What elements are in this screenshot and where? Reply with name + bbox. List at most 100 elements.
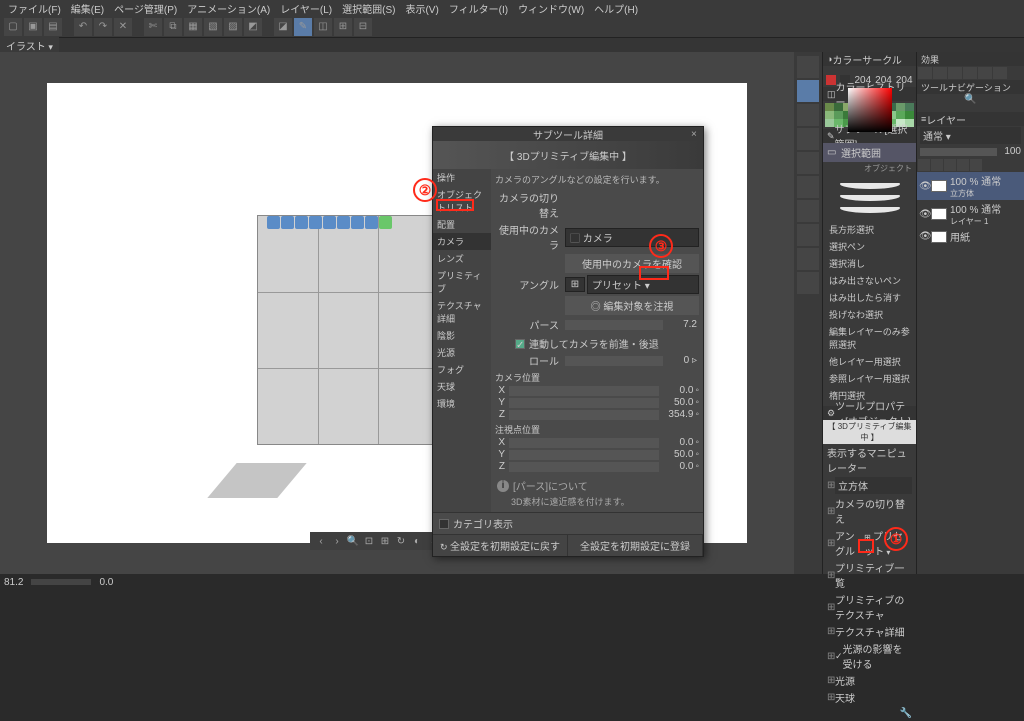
fx-btn6[interactable]: [993, 67, 1007, 79]
toolbar-new-icon[interactable]: ▢: [4, 18, 22, 36]
cat-env[interactable]: 環境: [433, 395, 491, 412]
layer-visibility-icon[interactable]: 👁: [919, 231, 929, 242]
handle-rotate-icon[interactable]: [281, 216, 294, 229]
zoom-slider[interactable]: [31, 579, 91, 585]
tool-shape-icon[interactable]: [797, 248, 819, 270]
close-icon[interactable]: ×: [691, 129, 701, 139]
tool-select-icon[interactable]: [797, 56, 819, 78]
prop-primlist[interactable]: ⊞プリミティブ一覧: [823, 559, 916, 591]
angle-icon-button[interactable]: ⊞: [565, 277, 585, 292]
layer-item-2[interactable]: 👁 用紙: [917, 228, 1024, 245]
toolbar-btn4[interactable]: ◪: [274, 18, 292, 36]
handle-8-icon[interactable]: [365, 216, 378, 229]
prop-camera-switch[interactable]: ⊞カメラの切り替え: [823, 495, 916, 527]
menu-file[interactable]: ファイル(F): [4, 1, 65, 16]
navigator-icon[interactable]: 🔍: [917, 94, 1024, 112]
look-z-slider[interactable]: [509, 462, 659, 472]
menu-anim[interactable]: アニメーション(A): [183, 1, 274, 16]
cat-shadow[interactable]: 陰影: [433, 327, 491, 344]
pos-y-slider[interactable]: [509, 398, 659, 408]
toolbar-btn3[interactable]: ◩: [244, 18, 262, 36]
toolbar-delete-icon[interactable]: ✕: [114, 18, 132, 36]
document-tab[interactable]: イラスト ▾: [0, 37, 59, 54]
handle-6-icon[interactable]: [337, 216, 350, 229]
subtool-rect[interactable]: 長方形選択: [825, 221, 914, 238]
handle-5-icon[interactable]: [323, 216, 336, 229]
prop-primtex[interactable]: ⊞プリミティブのテクスチャ: [823, 591, 916, 623]
toolbar-redo-icon[interactable]: ↷: [94, 18, 112, 36]
angle-preset-select[interactable]: プリセット ▾: [587, 275, 699, 294]
layer-opacity-slider[interactable]: [920, 148, 997, 156]
toolbar-paste-icon[interactable]: ▦: [184, 18, 202, 36]
tool-text-icon[interactable]: [797, 224, 819, 246]
menu-page[interactable]: ページ管理(P): [110, 1, 181, 16]
perspective-value[interactable]: 7.2: [663, 319, 699, 330]
focus-edit-button[interactable]: ◎ 編集対象を注視: [565, 296, 699, 315]
cat-objectlist[interactable]: オブジェクトリスト: [433, 186, 491, 216]
cat-texture[interactable]: テクスチャ詳細: [433, 297, 491, 327]
menu-filter[interactable]: フィルター(I): [445, 1, 512, 16]
subtool-reflayer[interactable]: 参照レイヤー用選択: [825, 370, 914, 387]
cube-3d-object[interactable]: [257, 215, 447, 475]
tool-eyedropper-icon[interactable]: [797, 272, 819, 294]
handle-9-icon[interactable]: [379, 216, 392, 229]
subtool-noover[interactable]: はみ出さないペン: [825, 272, 914, 289]
menu-view[interactable]: 表示(V): [401, 1, 442, 16]
prop-light-affect[interactable]: ⊞✓ 光源の影響を受ける: [823, 640, 916, 672]
layer-btn1[interactable]: [918, 159, 930, 171]
camera-select[interactable]: ▢ カメラ: [565, 228, 699, 247]
layer-btn4[interactable]: [957, 159, 969, 171]
tool-fill-icon[interactable]: [797, 176, 819, 198]
primitive-shape-select[interactable]: 立方体: [835, 477, 912, 494]
reset-all-button[interactable]: ↻ 全設定を初期設定に戻す: [433, 535, 568, 556]
toolbar-snap-icon[interactable]: ◫: [314, 18, 332, 36]
tool-eraser-icon[interactable]: [797, 152, 819, 174]
panel-titlebar[interactable]: サブツール詳細 ×: [433, 127, 703, 141]
layer-mode-select[interactable]: 通常 ▾: [920, 127, 1021, 144]
toolbar-btn5[interactable]: ⊞: [334, 18, 352, 36]
fx-btn3[interactable]: [948, 67, 962, 79]
menu-layer[interactable]: レイヤー(L): [276, 1, 336, 16]
toolbar-copy-icon[interactable]: ⧉: [164, 18, 182, 36]
handle-move-icon[interactable]: [267, 216, 280, 229]
subtool-editlayer[interactable]: 編集レイヤーのみ参照選択: [825, 323, 914, 353]
layer-visibility-icon[interactable]: 👁: [919, 181, 929, 192]
fx-btn2[interactable]: [933, 67, 947, 79]
subtool-selerase[interactable]: 選択消し: [825, 255, 914, 272]
layer-btn5[interactable]: [970, 159, 982, 171]
menu-help[interactable]: ヘルプ(H): [590, 1, 642, 16]
look-x-slider[interactable]: [509, 438, 659, 448]
fx-btn4[interactable]: [963, 67, 977, 79]
nav-next-icon[interactable]: ›: [330, 534, 344, 548]
tool-brush-icon[interactable]: [797, 128, 819, 150]
fx-btn5[interactable]: [978, 67, 992, 79]
roll-slider[interactable]: [565, 356, 663, 366]
toolbar-undo-icon[interactable]: ↶: [74, 18, 92, 36]
confirm-camera-button[interactable]: 使用中のカメラを確認: [565, 254, 699, 273]
cat-fog[interactable]: フォグ: [433, 361, 491, 378]
cat-placement[interactable]: 配置: [433, 216, 491, 233]
handle-4-icon[interactable]: [309, 216, 322, 229]
toolbar-btn[interactable]: ▧: [204, 18, 222, 36]
cat-light[interactable]: 光源: [433, 344, 491, 361]
toolbar-open-icon[interactable]: ▣: [24, 18, 42, 36]
tool-gradient-icon[interactable]: [797, 200, 819, 222]
layer-item-1[interactable]: 👁 100 % 通常レイヤー 1: [917, 200, 1024, 228]
toolbar-btn6[interactable]: ⊟: [354, 18, 372, 36]
object-manipulator-handles[interactable]: [267, 216, 392, 229]
menu-window[interactable]: ウィンドウ(W): [514, 1, 588, 16]
menu-edit[interactable]: 編集(E): [67, 1, 108, 16]
subtool-selpen[interactable]: 選択ペン: [825, 238, 914, 255]
nav-prev-icon[interactable]: ‹: [314, 534, 328, 548]
prop-sky[interactable]: ⊞天球: [823, 689, 916, 706]
register-all-button[interactable]: 全設定を初期設定に登録: [568, 535, 703, 556]
toolbar-btn-active[interactable]: ✎: [294, 18, 312, 36]
pos-x-slider[interactable]: [509, 386, 659, 396]
color-square[interactable]: [848, 88, 892, 132]
prop-texdetail[interactable]: ⊞テクスチャ詳細: [823, 623, 916, 640]
layer-visibility-icon[interactable]: 👁: [919, 209, 929, 220]
toolbar-btn2[interactable]: ▨: [224, 18, 242, 36]
subtool-overerase[interactable]: はみ出したら消す: [825, 289, 914, 306]
cat-camera[interactable]: カメラ: [433, 233, 491, 250]
tool-move-icon[interactable]: [797, 80, 819, 102]
